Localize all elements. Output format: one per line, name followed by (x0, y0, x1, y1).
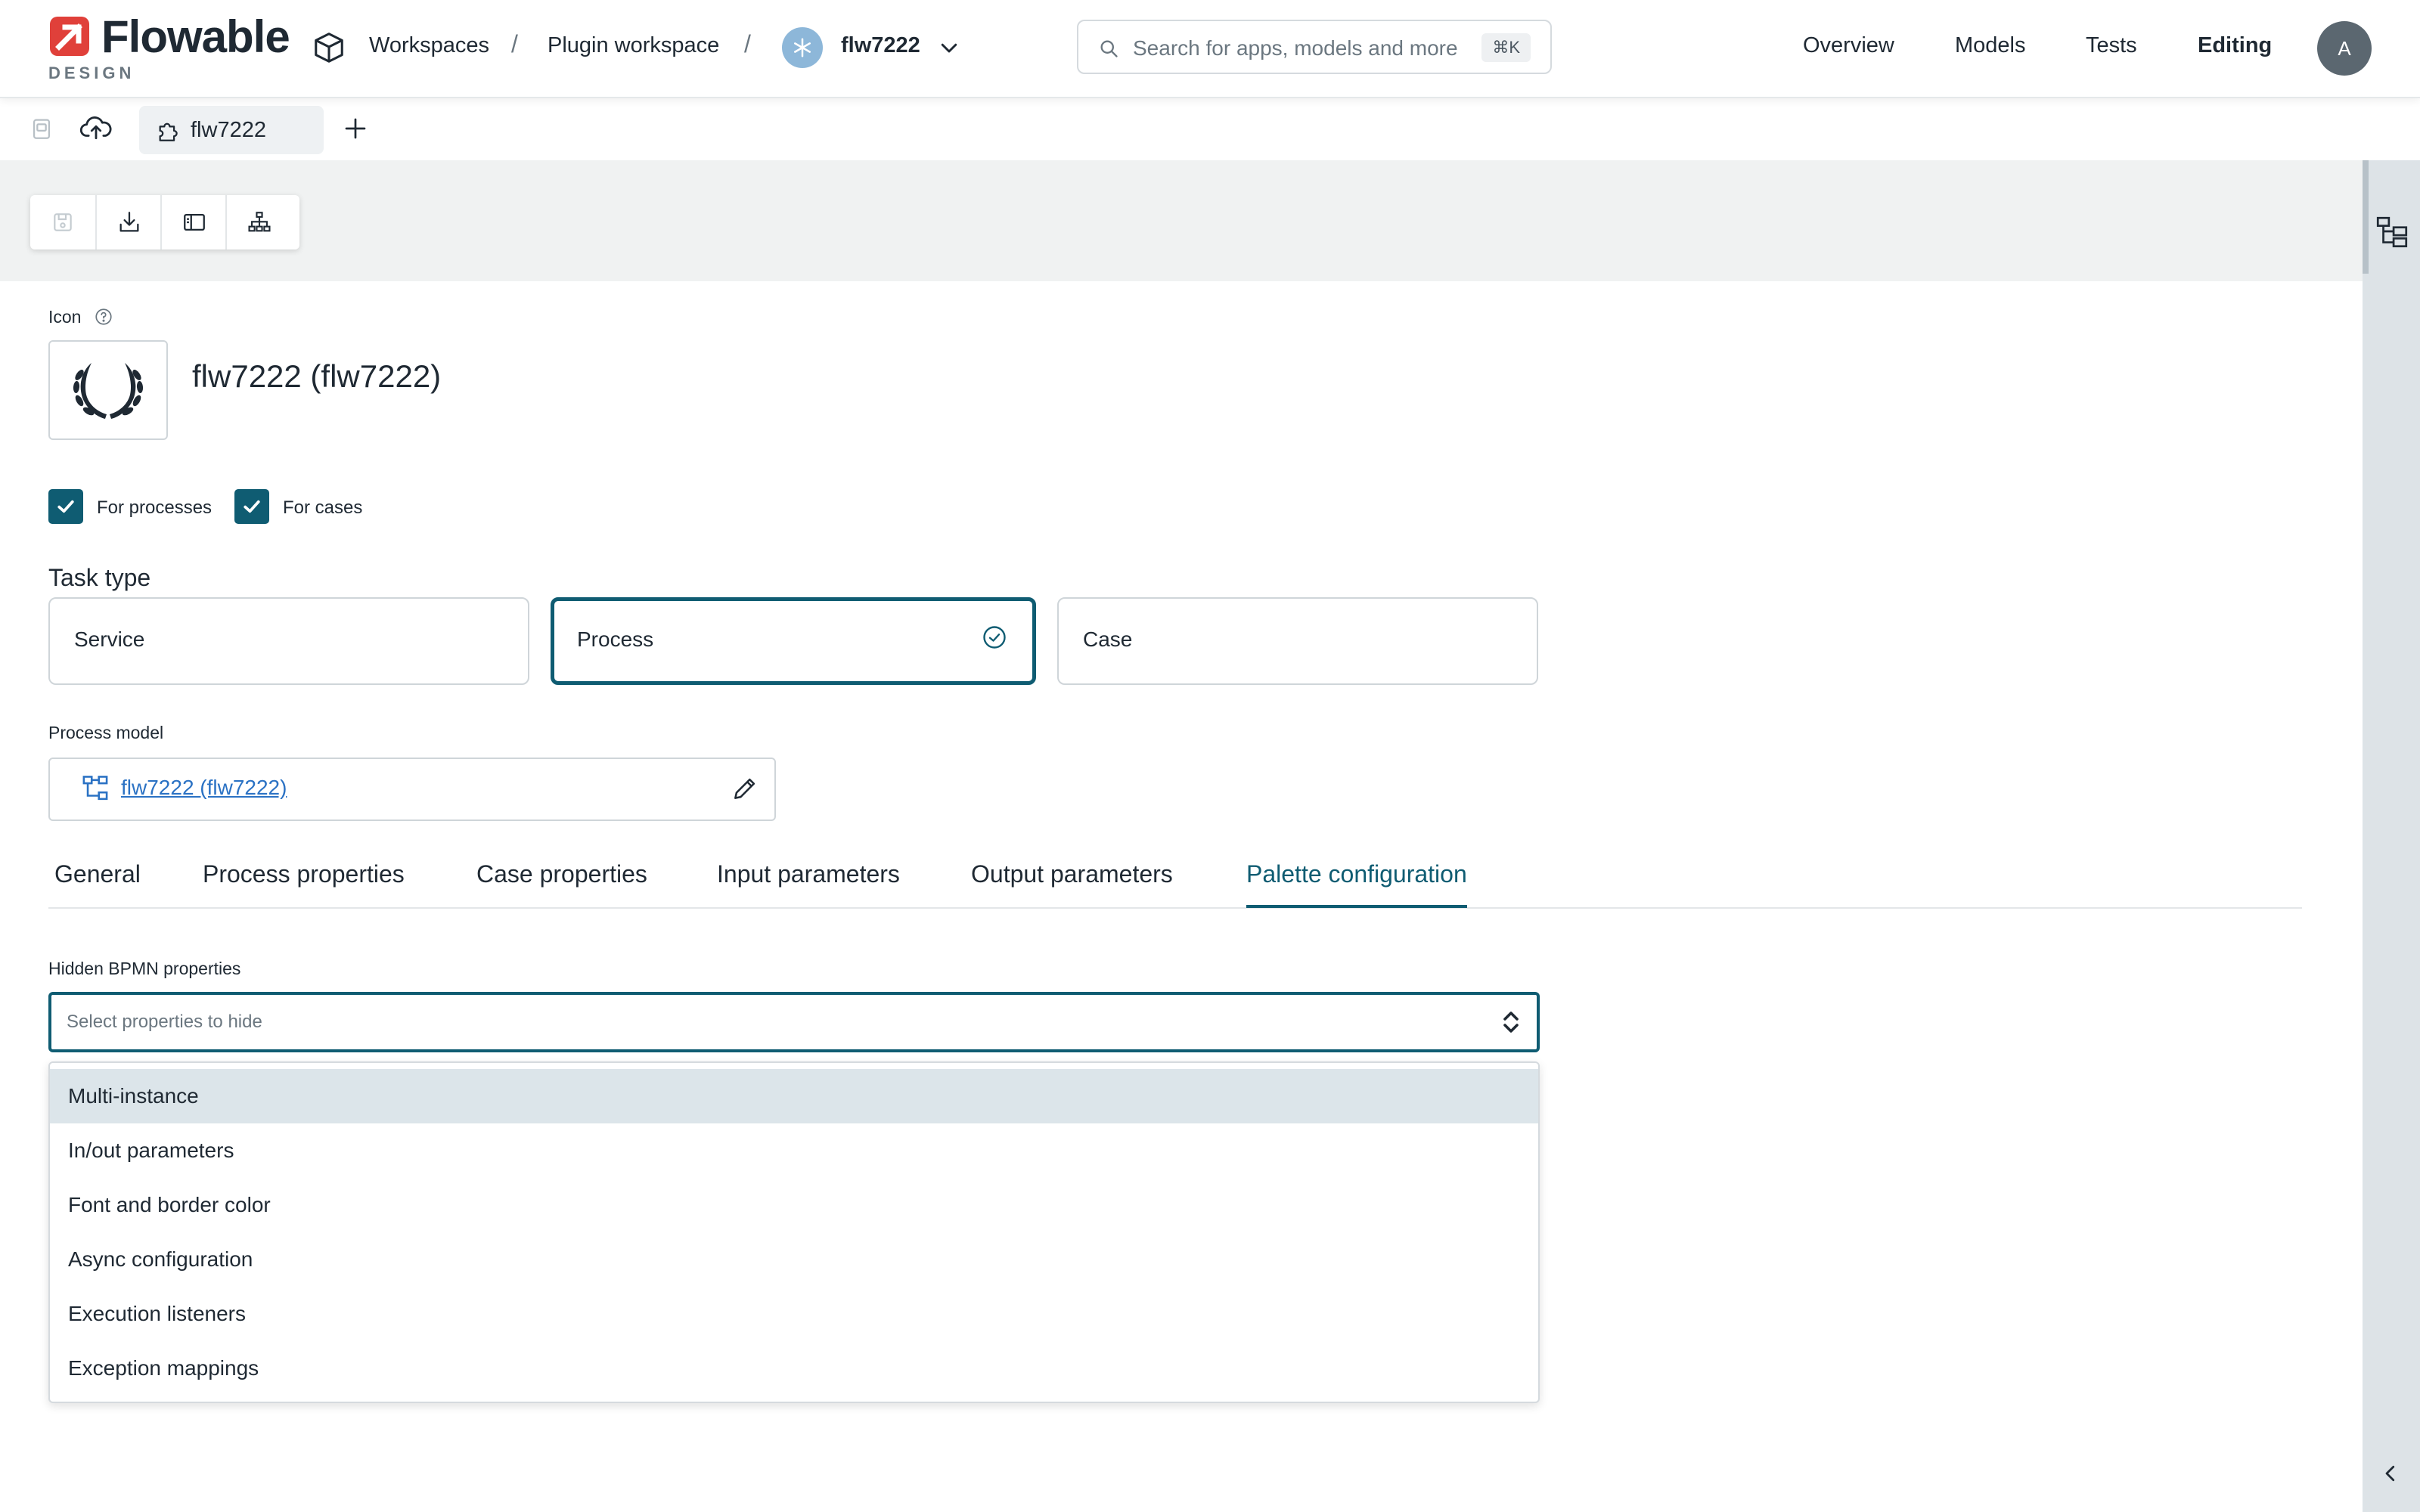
sidebar-panel-icon[interactable] (160, 195, 227, 249)
task-type-case-card[interactable]: Case (1057, 597, 1538, 685)
user-avatar[interactable]: A (2317, 21, 2372, 76)
task-type-case-label: Case (1083, 627, 1133, 651)
laurel-wreath-icon (69, 354, 147, 426)
tab-output-parameters[interactable]: Output parameters (971, 860, 1173, 905)
tree-structure-icon[interactable] (2373, 213, 2411, 251)
for-cases-checkbox[interactable] (234, 489, 269, 524)
editor-tab-label: flw7222 (191, 118, 266, 142)
tab-case-properties[interactable]: Case properties (476, 860, 647, 905)
check-circle-icon (981, 624, 1008, 651)
nav-overview[interactable]: Overview (1803, 33, 1894, 58)
tab-palette-configuration[interactable]: Palette configuration (1246, 860, 1467, 908)
save-icon[interactable] (30, 195, 95, 249)
task-type-process-card[interactable]: Process (551, 597, 1036, 685)
canvas-toolbar (30, 195, 299, 249)
add-tab-plus-icon[interactable] (342, 115, 369, 142)
breadcrumb-separator: / (511, 30, 518, 57)
breadcrumb-workspace-link[interactable]: Plugin workspace (548, 33, 719, 58)
right-side-panel (2363, 160, 2420, 1512)
global-search-input[interactable]: Search for apps, models and more ⌘K (1077, 20, 1552, 74)
cloud-upload-icon[interactable] (79, 112, 113, 142)
hidden-properties-label: Hidden BPMN properties (48, 959, 241, 978)
brand-name: Flowable (101, 11, 290, 62)
option-font-border-color[interactable]: Font and border color (50, 1178, 1538, 1232)
process-model-icon (82, 774, 113, 803)
task-type-service-label: Service (74, 627, 145, 651)
icon-picker[interactable] (48, 340, 168, 440)
process-model-link[interactable]: flw7222 (flw7222) (121, 776, 287, 800)
puzzle-icon (156, 118, 182, 144)
icon-field-label: Icon (48, 307, 82, 327)
workspace-cube-icon (312, 30, 346, 65)
clipboard-icon[interactable] (29, 115, 54, 142)
option-async-configuration[interactable]: Async configuration (50, 1232, 1538, 1287)
brand-subtitle: DESIGN (48, 64, 135, 82)
hierarchy-icon[interactable] (225, 195, 292, 249)
tab-process-properties[interactable]: Process properties (203, 860, 405, 905)
hidden-properties-select[interactable]: Select properties to hide (48, 992, 1540, 1052)
nav-models[interactable]: Models (1955, 33, 2026, 58)
task-type-heading: Task type (48, 564, 151, 591)
for-processes-checkbox[interactable] (48, 489, 83, 524)
task-type-process-label: Process (577, 627, 654, 651)
hidden-properties-dropdown: Multi-instance In/out parameters Font an… (48, 1061, 1540, 1403)
help-circle-icon[interactable] (94, 307, 113, 327)
search-placeholder: Search for apps, models and more (1133, 36, 1458, 60)
download-icon[interactable] (95, 195, 162, 249)
search-shortcut-badge: ⌘K (1481, 33, 1531, 62)
chevron-up-down-icon (1500, 1009, 1522, 1036)
top-navigation-bar: Flowable DESIGN Workspaces / Plugin work… (0, 0, 2420, 98)
plugin-title: flw7222 (flw7222) (192, 358, 442, 394)
breadcrumb-separator: / (744, 30, 751, 57)
tab-input-parameters[interactable]: Input parameters (717, 860, 900, 905)
tabs-divider (48, 907, 2302, 909)
edit-pencil-icon[interactable] (731, 774, 759, 803)
breadcrumb-app-selector[interactable]: flw7222 (841, 33, 920, 58)
breadcrumb-workspaces-link[interactable]: Workspaces (369, 33, 489, 58)
for-processes-label[interactable]: For processes (97, 497, 212, 519)
editor-tab-flw7222[interactable]: flw7222 (139, 106, 324, 154)
task-type-service-card[interactable]: Service (48, 597, 529, 685)
option-multi-instance[interactable]: Multi-instance (50, 1069, 1538, 1123)
chevron-down-icon[interactable] (938, 36, 960, 59)
chevron-left-icon[interactable] (2379, 1462, 2402, 1485)
option-in-out-parameters[interactable]: In/out parameters (50, 1123, 1538, 1178)
option-exception-mappings[interactable]: Exception mappings (50, 1341, 1538, 1396)
app-snowflake-icon (782, 27, 823, 68)
option-execution-listeners[interactable]: Execution listeners (50, 1287, 1538, 1341)
hidden-properties-placeholder: Select properties to hide (67, 1012, 262, 1032)
flowable-logo-icon[interactable] (48, 15, 94, 57)
process-model-label: Process model (48, 723, 164, 742)
panel-scrollbar[interactable] (2363, 160, 2369, 274)
tab-general[interactable]: General (54, 860, 141, 905)
nav-editing[interactable]: Editing (2198, 33, 2272, 58)
for-cases-label[interactable]: For cases (283, 497, 362, 519)
search-icon (1098, 38, 1119, 59)
process-model-field: flw7222 (flw7222) (48, 758, 776, 821)
canvas-toolbar-area (0, 160, 2363, 281)
nav-tests[interactable]: Tests (2086, 33, 2137, 58)
